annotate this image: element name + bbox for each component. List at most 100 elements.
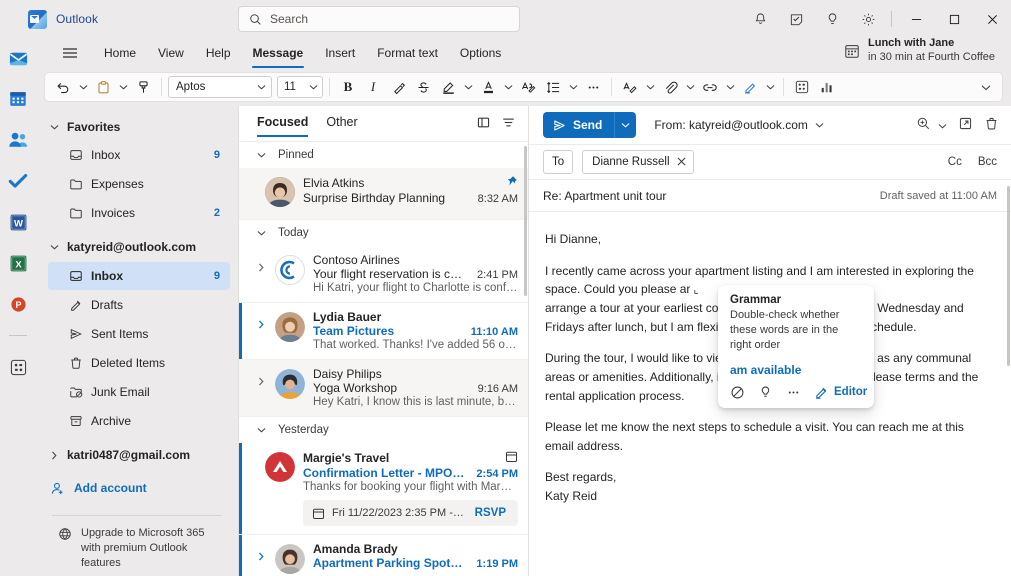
expand-conversation-icon[interactable]	[255, 310, 267, 351]
account-header-outlook[interactable]: katyreid@outlook.com	[36, 233, 238, 261]
paste-dropdown-icon[interactable]	[116, 75, 130, 99]
list-item[interactable]: Amanda Brady Apartment Parking Spot Open…	[239, 535, 528, 576]
tab-options[interactable]: Options	[450, 42, 511, 64]
sidebar-item-inbox[interactable]: Inbox 9	[48, 262, 230, 290]
rail-powerpoint[interactable]: P	[6, 292, 30, 316]
sidebar-item-junk[interactable]: Junk Email	[48, 378, 230, 406]
search-input[interactable]: Search	[238, 6, 520, 32]
line-spacing-button[interactable]	[541, 75, 565, 99]
undo-button[interactable]	[51, 75, 75, 99]
tab-insert[interactable]: Insert	[315, 42, 365, 64]
favorites-header[interactable]: Favorites	[36, 114, 238, 140]
link-dropdown-icon[interactable]	[723, 75, 737, 99]
microsoft-365-upsell[interactable]: Upgrade to Microsoft 365 with premium Ou…	[36, 516, 238, 571]
from-selector[interactable]: From: katyreid@outlook.com	[654, 118, 824, 132]
rail-apps[interactable]	[6, 355, 30, 379]
rail-mail[interactable]	[6, 46, 30, 70]
sidebar-item-deleted[interactable]: Deleted Items	[48, 349, 230, 377]
minimize-button[interactable]	[897, 0, 935, 38]
zoom-icon[interactable]	[916, 116, 931, 134]
rail-calendar[interactable]	[6, 87, 30, 111]
italic-button[interactable]: I	[361, 75, 385, 99]
highlight-button[interactable]	[436, 75, 460, 99]
apps-button[interactable]	[790, 75, 814, 99]
rail-excel[interactable]: X	[6, 251, 30, 275]
rail-people[interactable]	[6, 128, 30, 152]
close-icon[interactable]	[677, 155, 686, 169]
recipient-chip[interactable]: Dianne Russell	[582, 150, 693, 174]
list-item[interactable]: Contoso Airlines Your flight reservation…	[239, 246, 528, 303]
paste-button[interactable]	[91, 75, 115, 99]
dictate-dropdown-icon[interactable]	[643, 75, 657, 99]
pin-icon[interactable]	[499, 175, 518, 191]
rsvp-button[interactable]: RSVP	[475, 507, 512, 519]
maximize-button[interactable]	[935, 0, 973, 38]
expand-conversation-icon[interactable]	[255, 542, 267, 576]
cc-button[interactable]: Cc	[948, 156, 962, 168]
tab-view[interactable]: View	[148, 42, 194, 64]
popout-icon[interactable]	[958, 116, 973, 134]
rail-word[interactable]: W	[6, 210, 30, 234]
group-header-today[interactable]: Today	[239, 220, 528, 246]
ignore-icon[interactable]	[730, 385, 745, 400]
subject-row[interactable]: Re: Apartment unit tour Draft saved at 1…	[529, 180, 1011, 212]
sidebar-item-sent[interactable]: Sent Items	[48, 320, 230, 348]
clear-formatting-button[interactable]	[386, 75, 410, 99]
explain-lightbulb-icon[interactable]	[758, 385, 773, 400]
notifications-bell-icon[interactable]	[742, 0, 778, 38]
to-button[interactable]: To	[543, 150, 573, 174]
signature-dropdown-icon[interactable]	[763, 75, 777, 99]
font-color-dropdown-icon[interactable]	[501, 75, 515, 99]
more-formatting-button[interactable]	[581, 75, 605, 99]
chevron-down-icon[interactable]	[938, 118, 947, 132]
highlight-dropdown-icon[interactable]	[461, 75, 475, 99]
attach-file-button[interactable]	[658, 75, 682, 99]
close-button[interactable]	[973, 0, 1011, 38]
bcc-button[interactable]: Bcc	[978, 156, 997, 168]
open-editor-button[interactable]: Editor	[814, 385, 867, 400]
tab-other[interactable]: Other	[326, 115, 357, 132]
compose-scrollbar[interactable]	[1006, 106, 1011, 576]
expand-ribbon-button[interactable]	[976, 75, 996, 99]
grammar-suggestion[interactable]: am available	[730, 363, 862, 377]
expand-conversation-icon[interactable]	[255, 253, 267, 294]
hamburger-menu-icon[interactable]	[56, 40, 84, 66]
grammar-suggestion-popup[interactable]: Grammar Double-check whether these words…	[718, 285, 874, 408]
format-painter-button[interactable]	[131, 75, 155, 99]
add-account-button[interactable]: Add account	[36, 473, 238, 503]
font-family-select[interactable]: Aptos	[168, 76, 272, 98]
list-item[interactable]: Elvia Atkins Surprise Birthday Planning …	[239, 168, 528, 220]
list-item[interactable]: Lydia Bauer Team Pictures 11:10 AM That …	[239, 303, 528, 360]
group-header-pinned[interactable]: Pinned	[239, 142, 528, 168]
sidebar-item-invoices[interactable]: Invoices 2	[48, 199, 230, 227]
lightbulb-tips-icon[interactable]	[814, 0, 850, 38]
list-item[interactable]: Daisy Philips Yoga Workshop 9:16 AM Hey …	[239, 360, 528, 417]
bold-button[interactable]: B	[336, 75, 360, 99]
dictate-button[interactable]	[618, 75, 642, 99]
upcoming-appointment[interactable]: Lunch with Jane in 30 min at Fourth Coff…	[844, 37, 995, 65]
note-check-icon[interactable]	[778, 0, 814, 38]
tab-help[interactable]: Help	[196, 42, 241, 64]
tab-focused[interactable]: Focused	[257, 115, 308, 132]
tab-format-text[interactable]: Format text	[367, 42, 448, 64]
poll-button[interactable]	[815, 75, 839, 99]
discard-draft-icon[interactable]	[984, 116, 999, 134]
line-spacing-dropdown-icon[interactable]	[566, 75, 580, 99]
filter-icon[interactable]	[501, 115, 516, 133]
more-options-icon[interactable]	[786, 385, 801, 400]
expand-conversation-icon[interactable]	[255, 367, 267, 408]
font-color-button[interactable]	[476, 75, 500, 99]
undo-dropdown-icon[interactable]	[76, 75, 90, 99]
reading-pane-icon[interactable]	[476, 115, 491, 133]
sidebar-item-archive[interactable]: Archive	[48, 407, 230, 435]
sidebar-item-drafts[interactable]: Drafts	[48, 291, 230, 319]
list-item[interactable]: Margie's Travel Confirmation Letter - MP…	[239, 443, 528, 535]
sidebar-item-expenses[interactable]: Expenses	[48, 170, 230, 198]
send-options-button[interactable]	[614, 112, 636, 138]
tab-home[interactable]: Home	[94, 42, 146, 64]
insert-link-button[interactable]	[698, 75, 722, 99]
tab-message[interactable]: Message	[243, 42, 314, 64]
rail-todo[interactable]	[6, 169, 30, 193]
signature-button[interactable]	[738, 75, 762, 99]
sidebar-item-favorites-inbox[interactable]: Inbox 9	[48, 141, 230, 169]
